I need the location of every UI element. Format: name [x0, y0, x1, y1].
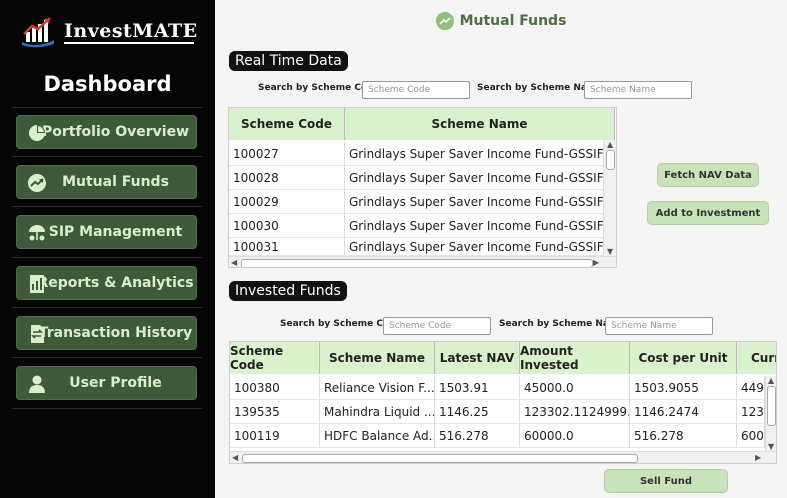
cell-scheme-name: Grindlays Super Saver Income Fund-GSSIF-… [345, 142, 605, 166]
invested-vertical-scrollbar[interactable]: ▲ ▼ [765, 376, 776, 451]
scroll-thumb[interactable] [242, 454, 638, 463]
scroll-down-icon[interactable]: ▼ [768, 442, 774, 451]
add-to-investment-button[interactable]: Add to Investment [647, 201, 769, 225]
logo-underline [64, 42, 194, 44]
cell-cost-per-unit: 1146.2474 [630, 400, 737, 424]
cell-scheme-name: Reliance Vision F... [320, 376, 435, 400]
cell-cost-per-unit: 1503.9055 [630, 376, 737, 400]
cell-current: 1233 [737, 400, 765, 424]
page-title: Mutual Funds [459, 13, 567, 29]
column-header-amount-invested[interactable]: Amount Invested [520, 342, 630, 374]
invested-table: Scheme Code Scheme Name Latest NAV Amoun… [229, 341, 777, 464]
cell-amount-invested: 45000.0 [520, 376, 630, 400]
sidebar: InvestMATE Dashboard Portfolio Overview … [0, 0, 215, 498]
realtime-horizontal-scrollbar[interactable]: ◀ ▶ [229, 256, 616, 267]
divider [12, 107, 202, 108]
dashboard-title: Dashboard [43, 72, 172, 96]
cell-scheme-code: 100380 [230, 376, 320, 400]
column-header-scheme-code[interactable]: Scheme Code [230, 342, 320, 374]
invested-scheme-name-search-input[interactable]: Scheme Name [605, 317, 713, 335]
divider [12, 257, 202, 258]
scroll-left-icon[interactable]: ◀ [232, 453, 238, 462]
realtime-vertical-scrollbar[interactable]: ▲ ▼ [603, 140, 616, 256]
scroll-up-icon[interactable]: ▲ [607, 140, 613, 149]
page-header: Mutual Funds [215, 0, 787, 42]
cell-scheme-name: Grindlays Super Saver Income Fund-GSSIF-… [345, 166, 605, 190]
nav-transaction-history[interactable]: Transaction History [16, 316, 197, 350]
cell-latest-nav: 1146.25 [435, 400, 520, 424]
divider [12, 307, 202, 308]
scroll-right-icon[interactable]: ▶ [593, 258, 599, 267]
cell-scheme-code: 100028 [229, 166, 345, 190]
scroll-thumb[interactable] [241, 259, 593, 267]
invested-scheme-code-search-input[interactable]: Scheme Code [383, 317, 491, 335]
divider [12, 408, 202, 409]
cell-current: 4499 [737, 376, 765, 400]
nav-user-profile[interactable]: User Profile [16, 366, 197, 400]
cell-cost-per-unit: 516.278 [630, 424, 737, 448]
scroll-down-icon[interactable]: ▼ [607, 247, 613, 256]
invested-section-title: Invested Funds [229, 281, 347, 301]
cell-scheme-name: Grindlays Super Saver Income Fund-GSSIF-… [345, 214, 605, 238]
realtime-section-title: Real Time Data [229, 51, 348, 71]
scroll-up-icon[interactable]: ▲ [768, 376, 774, 385]
fetch-nav-data-button[interactable]: Fetch NAV Data [657, 163, 759, 187]
column-header-scheme-name[interactable]: Scheme Name [320, 342, 435, 374]
app-name: InvestMATE [64, 20, 198, 42]
cell-scheme-code: 100029 [229, 190, 345, 214]
cell-scheme-name: Mahindra Liquid ... [320, 400, 435, 424]
cell-scheme-name: Grindlays Super Saver Income Fund-GSSIF-… [345, 190, 605, 214]
divider [12, 206, 202, 207]
scroll-left-icon[interactable]: ◀ [231, 258, 237, 267]
nav-sip-management[interactable]: SIP Management [16, 215, 197, 249]
umbrella-money-icon [29, 225, 45, 241]
trend-up-icon [28, 174, 46, 192]
cell-scheme-code: 100031 [229, 238, 345, 256]
cell-scheme-code: 100027 [229, 142, 345, 166]
column-header-cost-per-unit[interactable]: Cost per Unit [630, 342, 737, 374]
column-header-scheme-name[interactable]: Scheme Name [345, 108, 615, 140]
pie-chart-icon [29, 125, 45, 141]
nav-reports-analytics[interactable]: Reports & Analytics [16, 266, 197, 300]
exchange-document-icon [31, 325, 44, 343]
column-header-latest-nav[interactable]: Latest NAV [435, 342, 520, 374]
cell-scheme-code: 139535 [230, 400, 320, 424]
column-header-scheme-code[interactable]: Scheme Code [229, 108, 345, 140]
nav-mutual-funds[interactable]: Mutual Funds [16, 165, 197, 199]
cell-scheme-name: Grindlays Super Saver Income Fund-GSSIF … [345, 238, 605, 256]
cell-scheme-name: HDFC Balance Ad... [320, 424, 435, 448]
cell-latest-nav: 516.278 [435, 424, 520, 448]
logo-chart-icon [20, 14, 60, 48]
scheme-name-search-input[interactable]: Scheme Name [584, 81, 692, 99]
divider [12, 357, 202, 358]
sell-fund-button[interactable]: Sell Fund [604, 469, 728, 493]
cell-latest-nav: 1503.91 [435, 376, 520, 400]
trend-up-icon [435, 12, 454, 30]
cell-current: 6000 [737, 424, 765, 448]
main-panel: Mutual Funds Real Time Data Search by Sc… [215, 0, 787, 498]
scroll-thumb[interactable] [767, 386, 776, 426]
divider [12, 156, 202, 157]
nav-portfolio-overview[interactable]: Portfolio Overview [16, 115, 197, 149]
realtime-table: Scheme Code Scheme Name 100027 Grindlays… [228, 107, 617, 268]
report-icon [30, 275, 44, 293]
user-icon [29, 375, 45, 393]
scroll-thumb[interactable] [606, 150, 615, 170]
cell-amount-invested: 123302.1124999... [520, 400, 630, 424]
cell-scheme-code: 100119 [230, 424, 320, 448]
scroll-right-icon[interactable]: ▶ [755, 453, 761, 462]
cell-scheme-code: 100030 [229, 214, 345, 238]
invested-horizontal-scrollbar[interactable]: ◀ ▶ [230, 451, 776, 463]
scheme-code-search-input[interactable]: Scheme Code [362, 81, 470, 99]
cell-amount-invested: 60000.0 [520, 424, 630, 448]
column-header-current[interactable]: Curr [737, 342, 776, 374]
